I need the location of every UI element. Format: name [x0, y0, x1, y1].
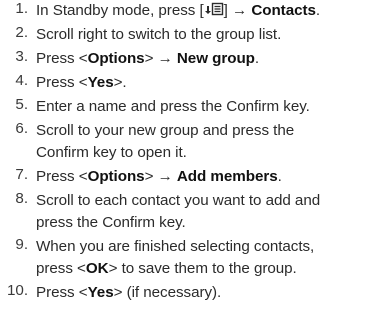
- text-segment: > →: [144, 168, 177, 185]
- text-segment: Press <: [36, 74, 88, 91]
- text-segment: .: [277, 168, 282, 185]
- step-text: Enter a name and press the Confirm key.: [36, 98, 310, 115]
- text-segment: .: [315, 2, 321, 19]
- yes-label: Yes: [87, 284, 114, 301]
- step-text-line-1: When you are finished selecting contacts…: [36, 238, 315, 255]
- step-text: Press <Options> → New group.: [36, 48, 259, 70]
- text-segment: In Standby mode, press [: [36, 2, 204, 19]
- step-number: 6.: [15, 120, 28, 137]
- step-number: 5.: [15, 96, 28, 113]
- text-segment: >.: [113, 74, 127, 91]
- step-number: 10.: [7, 282, 28, 299]
- step-text: Scroll right to switch to the group list…: [36, 26, 282, 43]
- step-text-line-1: Scroll to your new group and press the: [36, 122, 295, 139]
- step-text: Press <Yes> (if necessary).: [36, 282, 221, 304]
- step-number: 8.: [15, 190, 28, 207]
- step-text: Press <Yes>.: [36, 72, 127, 94]
- step-text-line-2: press the Confirm key.: [36, 214, 186, 231]
- text-segment: Press <: [36, 50, 88, 67]
- step-text: Press <Options> → Add members.: [36, 166, 282, 188]
- add-members-label: Add members: [176, 168, 278, 185]
- instruction-list: 1. In Standby mode, press [ ] → Contacts.…: [0, 0, 374, 319]
- options-label: Options: [87, 168, 145, 185]
- new-group-label: New group: [176, 50, 255, 67]
- text-segment: > →: [144, 50, 177, 67]
- contacts-label: Contacts: [251, 2, 316, 19]
- step-number: 3.: [15, 48, 28, 65]
- options-label: Options: [87, 50, 145, 67]
- text-segment: ] →: [223, 2, 252, 19]
- step-text-line-1: Scroll to each contact you want to add a…: [36, 192, 321, 209]
- menu-key-icon: [204, 2, 224, 16]
- yes-label: Yes: [87, 74, 114, 91]
- step-text-line-2: Confirm key to open it.: [36, 144, 187, 161]
- text-segment: press <: [36, 260, 86, 277]
- step-number: 1.: [15, 0, 28, 17]
- step-text: In Standby mode, press [ ] → Contacts.: [36, 0, 320, 22]
- text-segment: Press <: [36, 168, 88, 185]
- step-number: 2.: [15, 24, 28, 41]
- text-segment: .: [254, 50, 260, 67]
- text-segment: > to save them to the group.: [108, 260, 297, 277]
- step-number: 4.: [15, 72, 28, 89]
- ok-label: OK: [85, 260, 109, 277]
- step-number: 9.: [15, 236, 28, 253]
- step-text-line-2: press <OK> to save them to the group.: [36, 258, 297, 280]
- text-segment: > (if necessary).: [113, 284, 222, 301]
- text-segment: Press <: [36, 284, 88, 301]
- step-number: 7.: [15, 166, 28, 183]
